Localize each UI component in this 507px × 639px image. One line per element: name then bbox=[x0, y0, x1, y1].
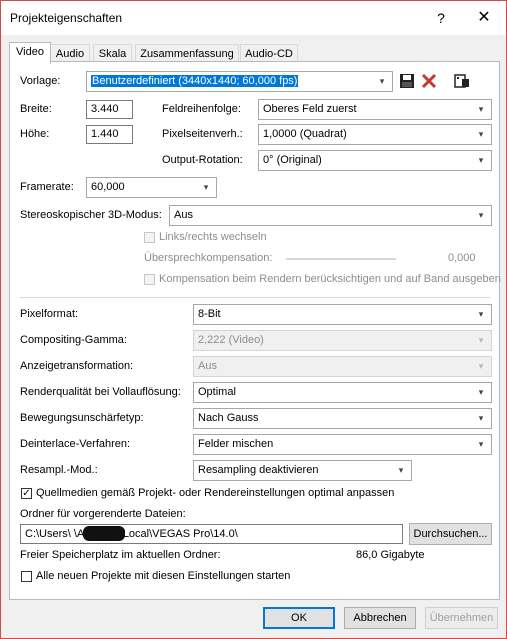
help-button[interactable]: ? bbox=[431, 7, 451, 29]
chevron-down-icon: ▾ bbox=[478, 210, 484, 220]
pixel-format-label: Pixelformat: bbox=[20, 308, 79, 320]
dialog-title: Projekteigenschaften bbox=[10, 11, 123, 25]
chevron-down-icon: ▾ bbox=[478, 335, 484, 345]
render-quality-label: Renderqualität bei Vollauflösung: bbox=[20, 386, 181, 398]
compositing-gamma-label: Compositing-Gamma: bbox=[20, 334, 127, 346]
free-space-label: Freier Speicherplatz im aktuellen Ordner… bbox=[20, 549, 221, 561]
crosstalk-label: Übersprechkompensation: bbox=[144, 252, 273, 264]
stereo-3d-dropdown[interactable]: Aus ▾ bbox=[169, 205, 492, 226]
resample-value: Resampling deaktivieren bbox=[198, 464, 319, 476]
divider bbox=[20, 297, 490, 298]
pixel-aspect-value: 1,0000 (Quadrat) bbox=[263, 128, 347, 140]
view-transform-label: Anzeigetransformation: bbox=[20, 360, 134, 372]
pixel-aspect-dropdown[interactable]: 1,0000 (Quadrat) ▾ bbox=[258, 124, 492, 145]
chevron-down-icon: ▾ bbox=[478, 361, 484, 371]
deinterlace-value: Felder mischen bbox=[198, 438, 274, 450]
template-label: Vorlage: bbox=[20, 75, 61, 87]
render-quality-value: Optimal bbox=[198, 386, 236, 398]
field-order-value: Oberes Feld zuerst bbox=[263, 103, 357, 115]
redaction-mark bbox=[83, 526, 125, 541]
chevron-down-icon: ▾ bbox=[478, 413, 484, 423]
motion-blur-value: Nach Gauss bbox=[198, 412, 259, 424]
chevron-down-icon: ▾ bbox=[203, 182, 209, 192]
swap-lr-label: Links/rechts wechseln bbox=[159, 231, 267, 243]
framerate-value: 60,000 bbox=[91, 181, 125, 193]
project-properties-dialog: Projekteigenschaften ? ✕ Video Audio Ska… bbox=[0, 0, 507, 639]
adjust-source-checkbox[interactable]: ✓ bbox=[21, 488, 32, 499]
chevron-down-icon: ▾ bbox=[478, 309, 484, 319]
chevron-down-icon: ▾ bbox=[478, 387, 484, 397]
close-button[interactable]: ✕ bbox=[471, 7, 497, 29]
field-order-dropdown[interactable]: Oberes Feld zuerst ▾ bbox=[258, 99, 492, 120]
tab-video[interactable]: Video bbox=[9, 42, 51, 64]
match-media-icon[interactable] bbox=[453, 72, 471, 90]
adjust-source-label: Quellmedien gemäß Projekt- oder Renderei… bbox=[36, 487, 395, 499]
ok-button[interactable]: OK bbox=[263, 607, 335, 629]
compositing-gamma-dropdown[interactable]: 2,222 (Video) ▾ bbox=[193, 330, 492, 351]
start-all-checkbox[interactable] bbox=[21, 571, 32, 582]
stereo-3d-value: Aus bbox=[174, 209, 193, 221]
height-label: Höhe: bbox=[20, 128, 50, 140]
swap-lr-checkbox[interactable] bbox=[144, 232, 155, 243]
video-tab-panel: Vorlage: Benutzerdefiniert (3440x1440; 6… bbox=[9, 61, 501, 600]
crosstalk-render-label: Kompensation beim Rendern berücksichtige… bbox=[159, 273, 501, 285]
resample-label: Resampl.-Mod.: bbox=[20, 464, 98, 476]
deinterlace-dropdown[interactable]: Felder mischen ▾ bbox=[193, 434, 492, 455]
start-all-label: Alle neuen Projekte mit diesen Einstellu… bbox=[36, 570, 291, 582]
crosstalk-value: 0,000 bbox=[448, 252, 476, 264]
chevron-down-icon: ▾ bbox=[478, 155, 484, 165]
framerate-label: Framerate: bbox=[20, 181, 74, 193]
chevron-down-icon: ▾ bbox=[478, 129, 484, 139]
stereo-3d-label: Stereoskopischer 3D-Modus: bbox=[20, 209, 162, 221]
pixel-format-value: 8-Bit bbox=[198, 308, 221, 320]
width-label: Breite: bbox=[20, 103, 52, 115]
field-order-label: Feldreihenfolge: bbox=[162, 103, 241, 115]
title-bar: Projekteigenschaften ? ✕ bbox=[1, 1, 506, 35]
view-transform-value: Aus bbox=[198, 360, 217, 372]
motion-blur-label: Bewegungsunschärfetyp: bbox=[20, 412, 144, 424]
template-dropdown[interactable]: Benutzerdefiniert (3440x1440; 60,000 fps… bbox=[86, 71, 393, 92]
deinterlace-label: Deinterlace-Verfahren: bbox=[20, 438, 131, 450]
output-rotation-label: Output-Rotation: bbox=[162, 154, 243, 166]
pixel-format-dropdown[interactable]: 8-Bit ▾ bbox=[193, 304, 492, 325]
framerate-dropdown[interactable]: 60,000 ▾ bbox=[86, 177, 217, 198]
motion-blur-dropdown[interactable]: Nach Gauss ▾ bbox=[193, 408, 492, 429]
chevron-down-icon: ▾ bbox=[398, 465, 404, 475]
output-rotation-dropdown[interactable]: 0° (Original) ▾ bbox=[258, 150, 492, 171]
height-input[interactable]: 1.440 bbox=[86, 125, 133, 144]
free-space-value: 86,0 Gigabyte bbox=[356, 549, 425, 561]
view-transform-dropdown[interactable]: Aus ▾ bbox=[193, 356, 492, 377]
output-rotation-value: 0° (Original) bbox=[263, 154, 322, 166]
resample-dropdown[interactable]: Resampling deaktivieren ▾ bbox=[193, 460, 412, 481]
prerender-folder-input[interactable]: C:\Users\ \AppData\Local\VEGAS Pro\14.0\ bbox=[20, 524, 403, 544]
chevron-down-icon: ▾ bbox=[478, 104, 484, 114]
prerender-folder-label: Ordner für vorgerenderte Dateien: bbox=[20, 508, 186, 520]
crosstalk-render-checkbox[interactable] bbox=[144, 274, 155, 285]
chevron-down-icon: ▾ bbox=[379, 76, 385, 86]
checkmark-icon: ✓ bbox=[22, 488, 31, 499]
apply-button[interactable]: Übernehmen bbox=[425, 607, 498, 629]
cancel-button[interactable]: Abbrechen bbox=[344, 607, 416, 629]
delete-icon[interactable] bbox=[420, 72, 438, 90]
pixel-aspect-label: Pixelseitenverh.: bbox=[162, 128, 243, 140]
save-icon[interactable] bbox=[398, 72, 416, 90]
browse-button[interactable]: Durchsuchen... bbox=[409, 523, 492, 545]
render-quality-dropdown[interactable]: Optimal ▾ bbox=[193, 382, 492, 403]
template-value: Benutzerdefiniert (3440x1440; 60,000 fps… bbox=[91, 75, 299, 87]
width-input[interactable]: 3.440 bbox=[86, 100, 133, 119]
crosstalk-slider[interactable] bbox=[286, 258, 396, 260]
chevron-down-icon: ▾ bbox=[478, 439, 484, 449]
compositing-gamma-value: 2,222 (Video) bbox=[198, 334, 264, 346]
